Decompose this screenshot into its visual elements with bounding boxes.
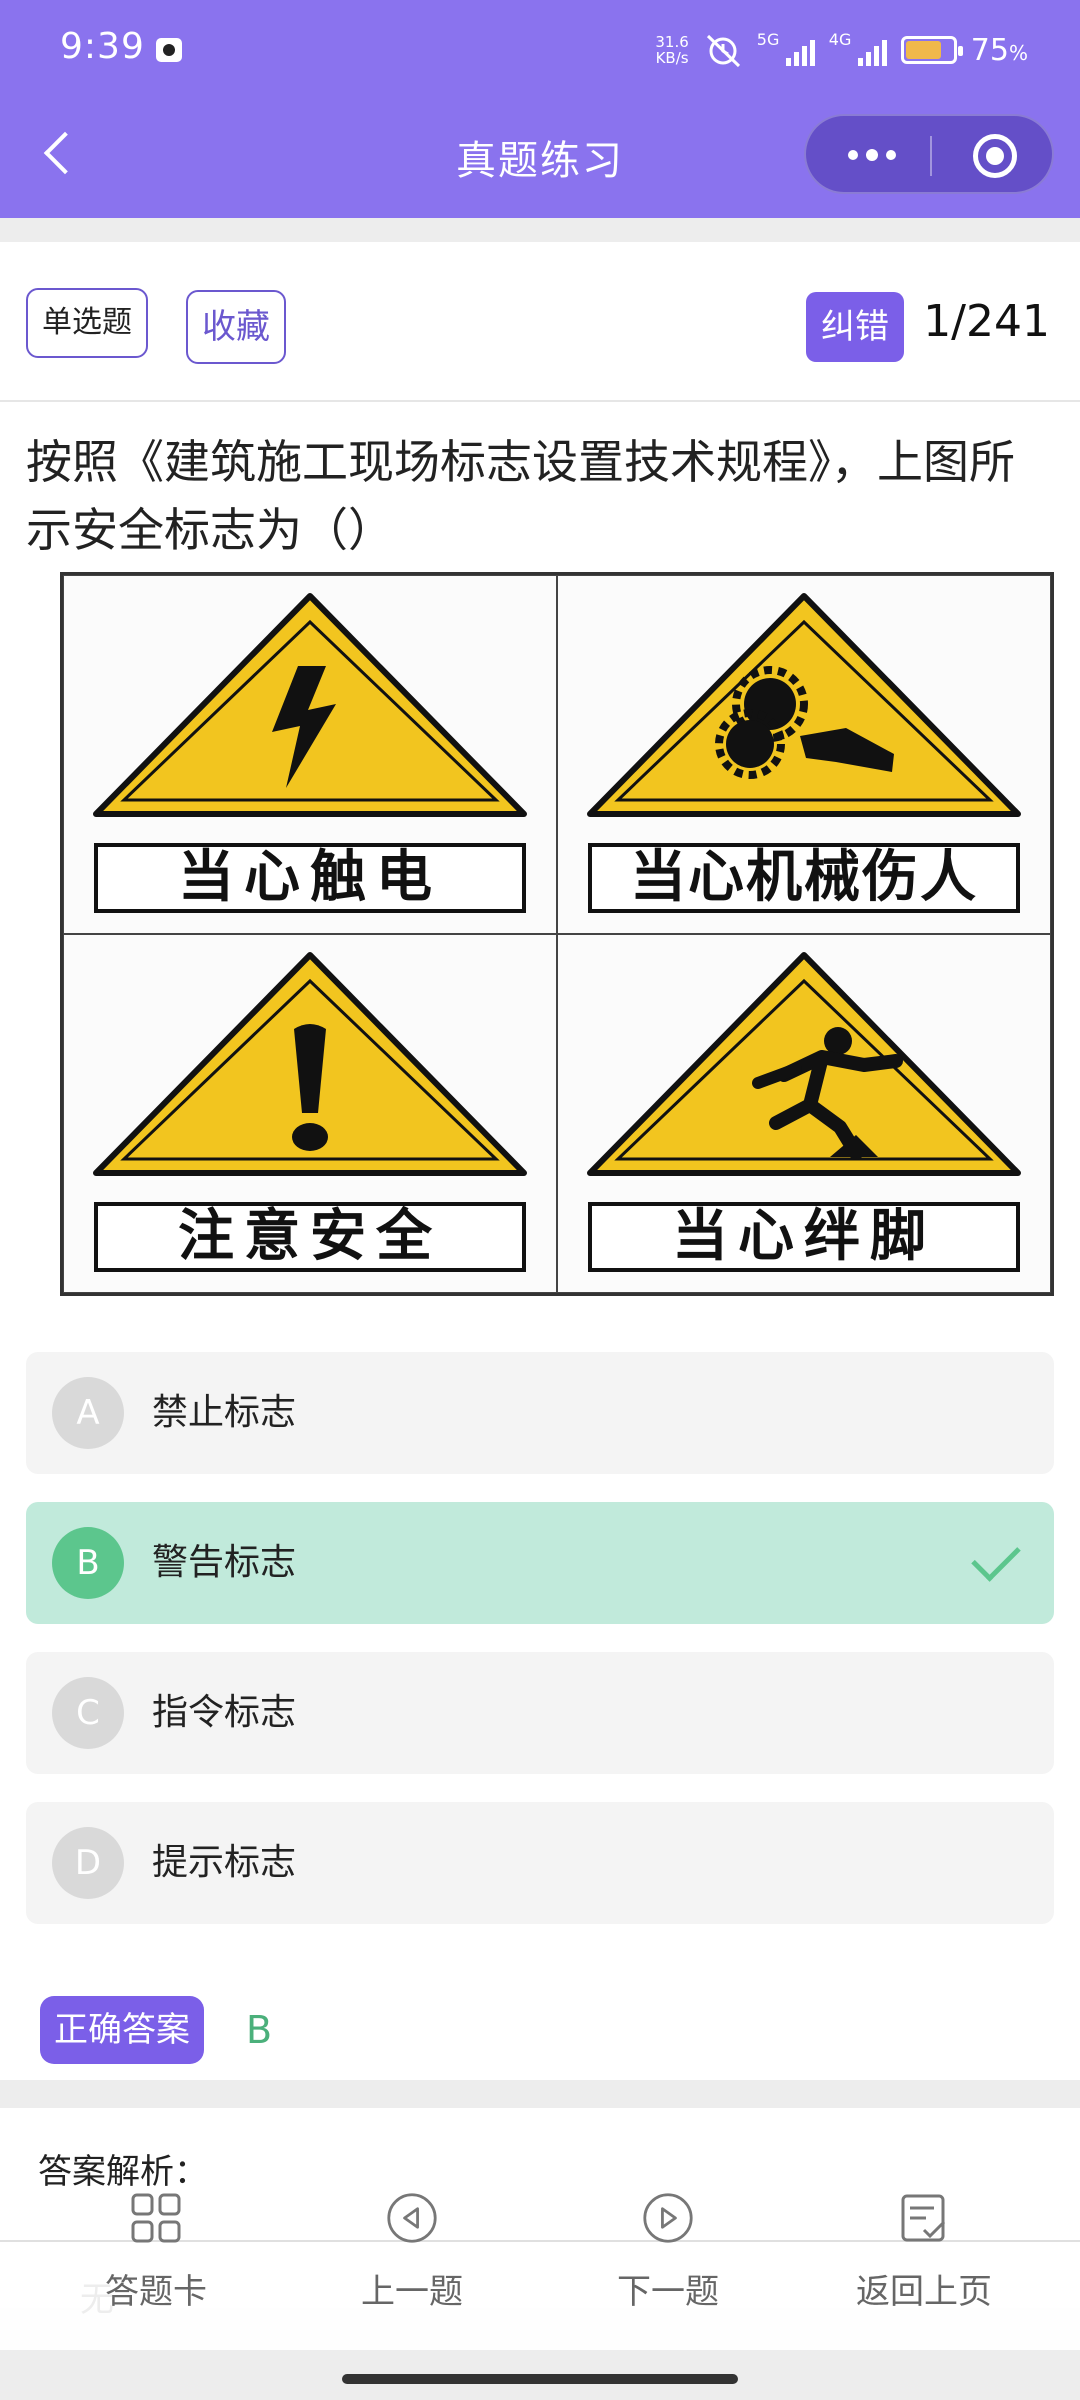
sign-caption: 当心机械伤人: [588, 843, 1020, 913]
signal-5g-label: 5G: [756, 30, 780, 49]
tab-prev-question[interactable]: 上一题: [312, 2193, 512, 2352]
more-dots-icon[interactable]: [842, 116, 932, 196]
option-b[interactable]: B 警告标志: [26, 1502, 1054, 1624]
signal-5g-icon: 5G: [757, 30, 815, 70]
sign-caution: 注意安全: [63, 934, 557, 1293]
tab-label: 答题卡: [105, 2272, 207, 2312]
divider: [0, 400, 1080, 402]
option-d[interactable]: D 提示标志: [26, 1802, 1054, 1924]
sign-caption: 当心绊脚: [588, 1202, 1020, 1272]
option-letter: B: [52, 1527, 124, 1599]
option-text: 指令标志: [152, 1692, 297, 1733]
question-counter: 1/241: [923, 296, 1050, 347]
check-icon: [971, 1532, 1021, 1582]
tab-label: 上一题: [361, 2272, 463, 2312]
net-speed-unit: KB/s: [655, 49, 689, 67]
capsule-divider: [930, 136, 932, 176]
status-bar: 9:39 31.6 KB/s 5G 4G 75%: [0, 0, 1080, 100]
prev-circle-icon: [387, 2193, 437, 2243]
sign-caption: 注意安全: [94, 1202, 526, 1272]
report-error-button[interactable]: 纠错: [806, 292, 904, 362]
net-speed: 31.6 KB/s: [655, 34, 688, 66]
status-icons: 31.6 KB/s 5G 4G 75%: [655, 28, 1028, 72]
battery-percent-value: 75: [970, 32, 1009, 68]
bottom-tabbar: 答题卡 上一题 下一题 返回上页: [0, 2193, 1080, 2352]
next-circle-icon: [643, 2193, 693, 2243]
favorite-button[interactable]: 收藏: [186, 290, 286, 364]
signal-4g-icon: 4G: [829, 30, 887, 70]
sign-machinery: 当心机械伤人: [557, 575, 1051, 934]
sign-trip: 当心绊脚: [557, 934, 1051, 1293]
home-indicator[interactable]: [342, 2374, 738, 2384]
close-target-icon[interactable]: [973, 134, 1017, 178]
option-letter: D: [52, 1827, 124, 1899]
sign-electric: 当心触电: [63, 575, 557, 934]
battery-icon: [900, 36, 963, 64]
analysis-title: 答案解析：: [38, 2152, 208, 2192]
option-letter: A: [52, 1377, 124, 1449]
signal-4g-label: 4G: [828, 30, 852, 49]
exclamation-icon: [93, 952, 527, 1176]
electric-shock-icon: [93, 593, 527, 817]
screen-record-icon: [156, 38, 182, 62]
net-speed-value: 31.6: [655, 33, 689, 51]
status-time: 9:39: [60, 26, 145, 67]
gear-hand-icon: [587, 593, 1021, 817]
option-text: 警告标志: [152, 1542, 297, 1583]
tab-go-back[interactable]: 返回上页: [824, 2194, 1024, 2352]
battery-percent-unit: %: [1008, 40, 1028, 65]
tab-label: 下一题: [617, 2272, 719, 2312]
grid-icon: [131, 2193, 181, 2243]
sign-caption: 当心触电: [94, 843, 526, 913]
option-text: 提示标志: [152, 1842, 297, 1883]
question-type-tag: 单选题: [26, 288, 148, 358]
option-c[interactable]: C 指令标志: [26, 1652, 1054, 1774]
battery-percent: 75%: [971, 33, 1028, 68]
tripping-person-icon: [587, 952, 1021, 1176]
question-image: 当心触电 当心机械伤人 注意安全 当心绊脚: [60, 572, 1054, 1296]
miniprogram-capsule: [804, 114, 1054, 194]
section-gap: [0, 2080, 1080, 2108]
return-doc-icon: [901, 2194, 946, 2242]
option-letter: C: [52, 1677, 124, 1749]
app-header: 9:39 31.6 KB/s 5G 4G 75% 真题练习: [0, 0, 1080, 218]
option-text: 禁止标志: [152, 1392, 297, 1433]
question-text: 按照《建筑施工现场标志设置技术规程》，上图所示安全标志为（）: [26, 435, 1015, 557]
correct-answer-badge: 正确答案: [40, 1996, 204, 2064]
alarm-off-icon: [706, 34, 740, 68]
option-a[interactable]: A 禁止标志: [26, 1352, 1054, 1474]
tab-label: 返回上页: [856, 2272, 992, 2312]
correct-answer-value: B: [246, 2008, 273, 2052]
tab-answer-card[interactable]: 答题卡: [56, 2193, 256, 2352]
battery-fill: [905, 41, 941, 59]
tab-next-question[interactable]: 下一题: [568, 2193, 768, 2352]
